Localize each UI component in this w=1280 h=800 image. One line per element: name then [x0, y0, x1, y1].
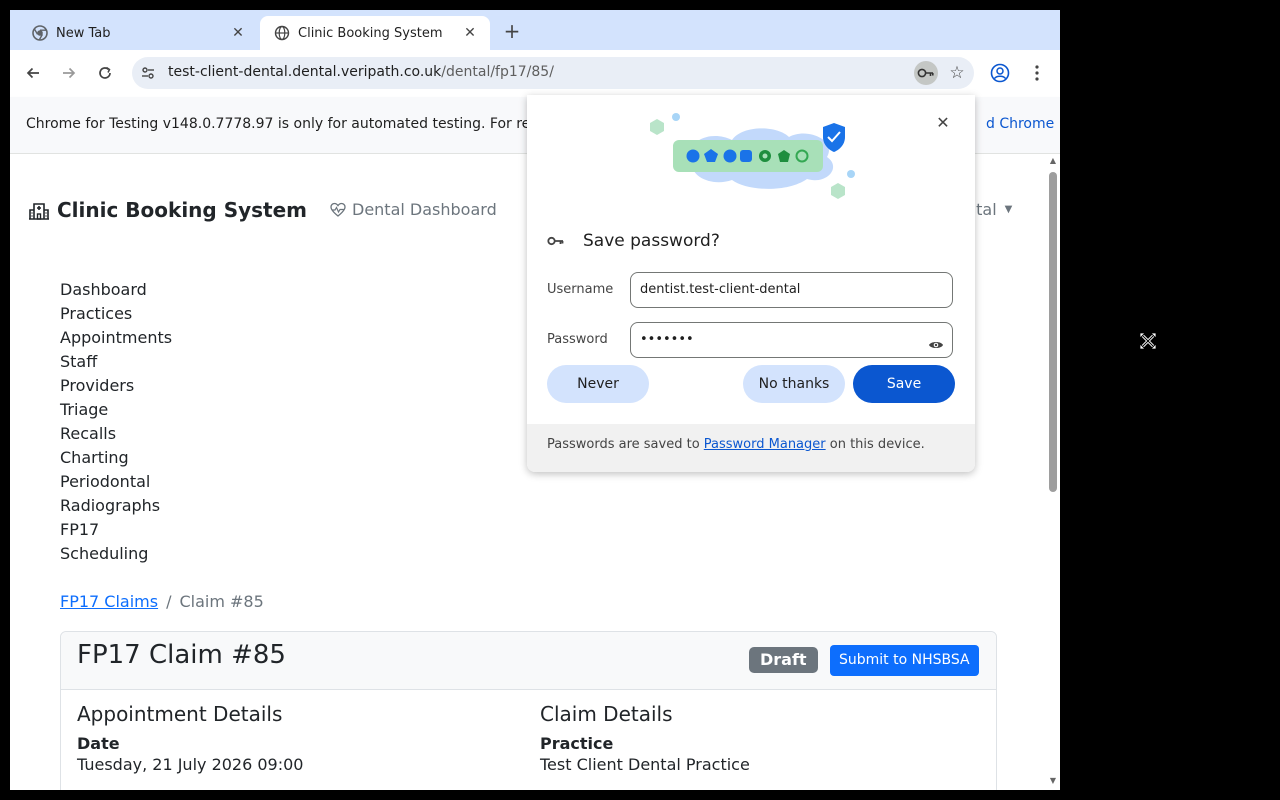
bookmark-star-icon[interactable]: ☆: [946, 62, 968, 84]
tab-title: Clinic Booking System: [298, 25, 443, 41]
site-info-icon[interactable]: [140, 65, 156, 81]
close-icon[interactable]: ✕: [230, 25, 246, 41]
footer-text: Passwords are saved to Password Manager …: [547, 437, 925, 452]
save-button[interactable]: Save: [853, 365, 955, 403]
claim-card: FP17 Claim #85 Draft Submit to NHSBSA Ap…: [60, 631, 997, 790]
sidebar-nav: Dashboard Practices Appointments Staff P…: [60, 278, 172, 566]
scroll-up-arrow-icon[interactable]: ▲: [1048, 156, 1058, 166]
nav-dental-dashboard-label: Dental Dashboard: [352, 200, 497, 219]
appointment-details: Appointment Details Date Tuesday, 21 Jul…: [77, 702, 303, 774]
kebab-menu-icon[interactable]: [1025, 61, 1049, 85]
claim-card-header: FP17 Claim #85 Draft Submit to NHSBSA: [61, 632, 996, 690]
save-password-dialog: ✕ Save password? Username dentist.test-c…: [527, 95, 975, 472]
close-icon[interactable]: ✕: [462, 25, 478, 41]
footer-suffix: on this device.: [825, 437, 925, 452]
tab-new-tab[interactable]: New Tab ✕: [18, 16, 258, 50]
back-arrow-icon[interactable]: [21, 61, 45, 85]
sidebar-item-recalls[interactable]: Recalls: [60, 422, 172, 446]
sidebar-item-practices[interactable]: Practices: [60, 302, 172, 326]
close-icon[interactable]: ✕: [933, 112, 953, 132]
practice-label: Practice: [540, 734, 614, 753]
sidebar-item-periodontal[interactable]: Periodontal: [60, 470, 172, 494]
tab-clinic-booking[interactable]: Clinic Booking System ✕: [260, 16, 490, 50]
breadcrumb-current: Claim #85: [179, 592, 264, 611]
claim-details-heading: Claim Details: [540, 702, 673, 726]
practice-value: Test Client Dental Practice: [540, 755, 750, 774]
nav-dental-dashboard[interactable]: Dental Dashboard: [330, 200, 497, 219]
date-value: Tuesday, 21 July 2026 09:00: [77, 755, 304, 774]
sidebar-item-appointments[interactable]: Appointments: [60, 326, 172, 350]
url-text[interactable]: test-client-dental.dental.veripath.co.uk…: [168, 64, 554, 80]
url-path: /dental/fp17/85/: [441, 64, 554, 80]
sidebar-item-charting[interactable]: Charting: [60, 446, 172, 470]
never-button[interactable]: Never: [547, 365, 649, 403]
page-scrollbar[interactable]: ▲ ▼: [1046, 154, 1060, 790]
dialog-title: Save password?: [547, 231, 720, 251]
username-label: Username: [547, 282, 614, 297]
breadcrumb-separator: /: [166, 592, 172, 611]
forward-arrow-icon[interactable]: [57, 61, 81, 85]
sidebar-item-radiographs[interactable]: Radiographs: [60, 494, 172, 518]
claim-details: Claim Details Practice Test Client Denta…: [540, 702, 750, 774]
key-icon: [547, 232, 565, 250]
submit-to-nhsbsa-button[interactable]: Submit to NHSBSA: [830, 645, 979, 676]
password-manager-link[interactable]: Password Manager: [704, 437, 826, 452]
password-label: Password: [547, 332, 608, 347]
status-badge: Draft: [749, 647, 818, 673]
date-label: Date: [77, 734, 120, 753]
footer-prefix: Passwords are saved to: [547, 437, 704, 452]
password-value: •••••••: [640, 332, 694, 347]
url-host: test-client-dental.dental.veripath.co.uk: [168, 64, 442, 80]
breadcrumb: FP17 Claims / Claim #85: [60, 592, 264, 611]
infobar-link[interactable]: d Chrome: [986, 116, 1054, 132]
brand[interactable]: Clinic Booking System: [28, 198, 307, 222]
reload-icon[interactable]: [93, 61, 117, 85]
heart-pulse-icon: [330, 202, 346, 218]
page-title: FP17 Claim #85: [77, 640, 286, 670]
hospital-icon: [28, 199, 50, 221]
sidebar-item-triage[interactable]: Triage: [60, 398, 172, 422]
username-value: dentist.test-client-dental: [640, 282, 801, 297]
infobar-message: Chrome for Testing v148.0.7778.97 is onl…: [26, 116, 531, 132]
sidebar-item-fp17[interactable]: FP17: [60, 518, 172, 542]
dialog-title-text: Save password?: [583, 231, 720, 251]
sidebar-item-staff[interactable]: Staff: [60, 350, 172, 374]
no-thanks-button[interactable]: No thanks: [743, 365, 845, 403]
tab-title: New Tab: [56, 25, 111, 41]
password-key-icon[interactable]: [914, 61, 938, 85]
password-field[interactable]: •••••••: [630, 322, 953, 358]
appointment-details-heading: Appointment Details: [77, 702, 283, 726]
eye-icon[interactable]: [928, 333, 944, 349]
brand-title: Clinic Booking System: [57, 198, 308, 222]
globe-icon: [274, 25, 290, 41]
breadcrumb-fp17-claims[interactable]: FP17 Claims: [60, 592, 158, 611]
sidebar-item-providers[interactable]: Providers: [60, 374, 172, 398]
profile-icon[interactable]: [988, 61, 1012, 85]
chrome-icon: [32, 25, 48, 41]
tab-strip: New Tab ✕ Clinic Booking System ✕ +: [10, 10, 1060, 50]
caret-down-icon: ▼: [1004, 204, 1013, 215]
browser-window: New Tab ✕ Clinic Booking System ✕ + test…: [10, 10, 1060, 790]
scroll-down-arrow-icon[interactable]: ▼: [1048, 776, 1058, 786]
password-illustration: [650, 113, 855, 199]
new-tab-plus-icon[interactable]: +: [500, 19, 524, 43]
browser-toolbar: test-client-dental.dental.veripath.co.uk…: [10, 50, 1060, 96]
scrollbar-thumb[interactable]: [1049, 172, 1057, 492]
username-field[interactable]: dentist.test-client-dental: [630, 272, 953, 308]
dialog-footer: Passwords are saved to Password Manager …: [527, 424, 975, 472]
sidebar-item-scheduling[interactable]: Scheduling: [60, 542, 172, 566]
address-bar[interactable]: test-client-dental.dental.veripath.co.uk…: [132, 57, 974, 89]
sidebar-item-dashboard[interactable]: Dashboard: [60, 278, 172, 302]
move-cursor-icon: [1139, 332, 1157, 350]
